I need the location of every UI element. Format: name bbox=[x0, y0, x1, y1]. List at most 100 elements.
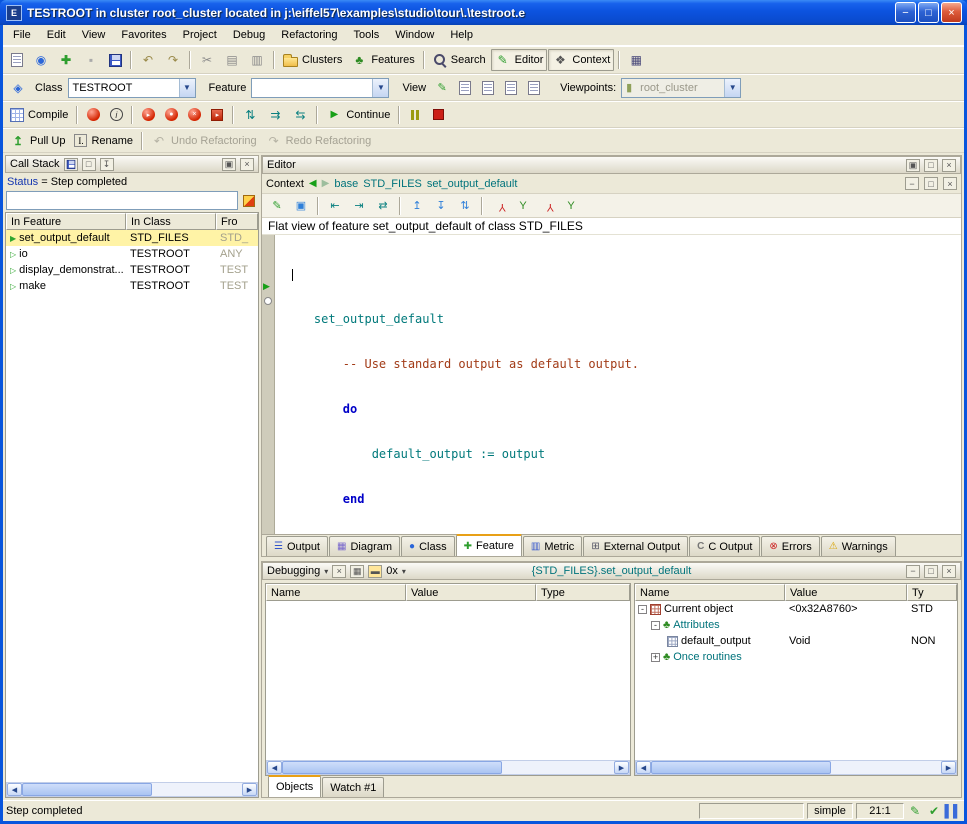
ancestors-button[interactable]: Y bbox=[488, 195, 510, 217]
editor-header[interactable]: Editor ▣ □ × bbox=[262, 156, 961, 174]
new-tab-button[interactable]: ✚ bbox=[54, 49, 78, 71]
external-commands-button[interactable]: ▦ bbox=[624, 49, 648, 71]
objects-column-value[interactable]: Value bbox=[785, 584, 907, 601]
menu-view[interactable]: View bbox=[74, 27, 114, 43]
call-stack-row[interactable]: ▷io TESTROOT ANY bbox=[6, 246, 258, 262]
expand-icon[interactable]: + bbox=[651, 653, 660, 662]
editor-toggle-button[interactable]: ✎Editor bbox=[491, 49, 548, 71]
call-stack-save-icon[interactable] bbox=[64, 158, 78, 171]
step-into-button[interactable]: ⇉ bbox=[263, 104, 287, 126]
class-tool-button[interactable]: ◈ bbox=[6, 77, 30, 99]
code-area[interactable]: ▶ set_output_default -- Use standard out… bbox=[262, 235, 961, 534]
watch-column-type[interactable]: Type bbox=[536, 584, 630, 601]
scroll-left-arrow-icon[interactable]: ◀ bbox=[7, 783, 22, 796]
viewpoints-combo[interactable]: ▮ root_cluster ▼ bbox=[621, 78, 741, 98]
debugging-header[interactable]: Debugging ▾ × ▦ ▬ 0x ▾ {STD_FILES}.set_o… bbox=[262, 562, 961, 580]
step-out-button[interactable]: ⇆ bbox=[288, 104, 312, 126]
cut-button[interactable]: ✂ bbox=[195, 49, 219, 71]
crumb-class[interactable]: STD_FILES bbox=[363, 178, 422, 190]
edit-feature-button[interactable]: ✎ bbox=[266, 195, 288, 217]
menu-help[interactable]: Help bbox=[442, 27, 481, 43]
watch-column-name[interactable]: Name bbox=[266, 584, 406, 601]
object-tree-row[interactable]: default_output Void NON bbox=[635, 633, 957, 649]
breakpoint-slot-icon[interactable] bbox=[264, 297, 272, 305]
menu-refactoring[interactable]: Refactoring bbox=[273, 27, 345, 43]
watch-hscrollbar[interactable]: ◀ ▶ bbox=[266, 760, 630, 775]
call-stack-row[interactable]: ▷display_demonstrat... TESTROOT TEST bbox=[6, 262, 258, 278]
collapse-icon[interactable]: - bbox=[638, 605, 647, 614]
column-from[interactable]: Fro bbox=[216, 213, 258, 230]
object-tree-row[interactable]: -♣Attributes bbox=[635, 617, 957, 633]
next-target-button[interactable]: ↧ bbox=[430, 195, 452, 217]
debugging-grid-icon[interactable]: ▦ bbox=[350, 565, 364, 578]
sync-context-button[interactable]: ⇄ bbox=[372, 195, 394, 217]
tab-class[interactable]: ●Class bbox=[401, 536, 455, 556]
tab-c-output[interactable]: CC Output bbox=[689, 536, 760, 556]
debugging-close-tool-icon[interactable]: × bbox=[332, 565, 346, 578]
tab-external-output[interactable]: ⊞External Output bbox=[583, 536, 688, 556]
disable-breakpoints-button[interactable]: × bbox=[183, 104, 205, 126]
debugging-menu-arrow-icon[interactable]: ▾ bbox=[324, 567, 328, 576]
objects-hscrollbar[interactable]: ◀ ▶ bbox=[635, 760, 957, 775]
call-stack-hscrollbar[interactable]: ◀ ▶ bbox=[6, 782, 258, 797]
compile-button[interactable]: Compile bbox=[6, 104, 72, 126]
status-edit-icon[interactable]: ✎ bbox=[907, 803, 923, 819]
editor-float-icon[interactable]: ▣ bbox=[906, 159, 920, 172]
continue-button[interactable]: ▶Continue bbox=[322, 104, 394, 126]
objects-column-name[interactable]: Name bbox=[635, 584, 785, 601]
stop-button[interactable] bbox=[427, 104, 449, 126]
menu-favorites[interactable]: Favorites bbox=[113, 27, 174, 43]
debug-tool-button[interactable]: ▸ bbox=[206, 104, 228, 126]
call-stack-restore-icon[interactable]: ▣ bbox=[222, 158, 236, 171]
search-button[interactable]: Search bbox=[429, 49, 490, 71]
editor-maximize-icon[interactable]: □ bbox=[924, 159, 938, 172]
column-in-class[interactable]: In Class bbox=[126, 213, 216, 230]
status-compile-icon[interactable]: ✔ bbox=[926, 803, 942, 819]
tab-feature[interactable]: ✚Feature bbox=[456, 534, 522, 556]
editor-close-icon[interactable]: × bbox=[942, 159, 956, 172]
scroll-thumb[interactable] bbox=[282, 761, 502, 774]
debugging-minimize-icon[interactable]: − bbox=[906, 565, 920, 578]
melt-button[interactable] bbox=[82, 104, 104, 126]
clusters-button[interactable]: Clusters bbox=[279, 49, 346, 71]
menu-tools[interactable]: Tools bbox=[346, 27, 388, 43]
tab-warnings[interactable]: ⚠Warnings bbox=[821, 536, 896, 556]
view-editable-button[interactable]: ✎ bbox=[431, 77, 453, 99]
new-window-button[interactable] bbox=[6, 49, 28, 71]
call-stack-float-icon[interactable]: □ bbox=[82, 158, 96, 171]
menu-project[interactable]: Project bbox=[175, 27, 225, 43]
pause-button[interactable] bbox=[404, 104, 426, 126]
save-button[interactable]: ▪ bbox=[79, 49, 103, 71]
callers-button[interactable]: ⇤ bbox=[324, 195, 346, 217]
objects-table-body[interactable] bbox=[635, 665, 957, 760]
menu-file[interactable]: File bbox=[5, 27, 39, 43]
feature-combo-arrow-icon[interactable]: ▼ bbox=[372, 79, 388, 97]
step-over-button[interactable]: ⇅ bbox=[238, 104, 262, 126]
menu-window[interactable]: Window bbox=[387, 27, 442, 43]
scroll-left-arrow-icon[interactable]: ◀ bbox=[267, 761, 282, 774]
tab-errors[interactable]: ⊗Errors bbox=[761, 536, 819, 556]
debugging-close-icon[interactable]: × bbox=[942, 565, 956, 578]
previous-target-button[interactable]: ↥ bbox=[406, 195, 428, 217]
paste-button[interactable]: ▥ bbox=[245, 49, 269, 71]
crumb-cluster[interactable]: base bbox=[334, 178, 358, 190]
object-tree-row[interactable]: +♣Once routines bbox=[635, 649, 957, 665]
column-in-feature[interactable]: In Feature bbox=[6, 213, 126, 230]
save-all-button[interactable] bbox=[104, 49, 126, 71]
object-tree-row[interactable]: -Current object <0x32A8760> STD bbox=[635, 601, 957, 617]
open-button[interactable]: ◉ bbox=[29, 49, 53, 71]
pull-up-button[interactable]: ↥Pull Up bbox=[6, 130, 69, 152]
callstack-filter-input[interactable] bbox=[6, 191, 238, 210]
run-ignore-breakpoints-button[interactable]: ● bbox=[160, 104, 182, 126]
undo-button[interactable]: ↶ bbox=[136, 49, 160, 71]
rename-button[interactable]: I.Rename bbox=[70, 130, 137, 152]
menu-debug[interactable]: Debug bbox=[225, 27, 273, 43]
scroll-left-arrow-icon[interactable]: ◀ bbox=[636, 761, 651, 774]
call-stack-row[interactable]: ▷make TESTROOT TEST bbox=[6, 278, 258, 294]
maximize-button[interactable]: □ bbox=[918, 2, 939, 23]
status-memory-icon[interactable]: ▌▌ bbox=[945, 803, 961, 819]
tab-diagram[interactable]: ▦Diagram bbox=[329, 536, 400, 556]
scroll-thumb[interactable] bbox=[651, 761, 831, 774]
context-maximize-icon[interactable]: □ bbox=[924, 177, 938, 190]
collapse-icon[interactable]: - bbox=[651, 621, 660, 630]
